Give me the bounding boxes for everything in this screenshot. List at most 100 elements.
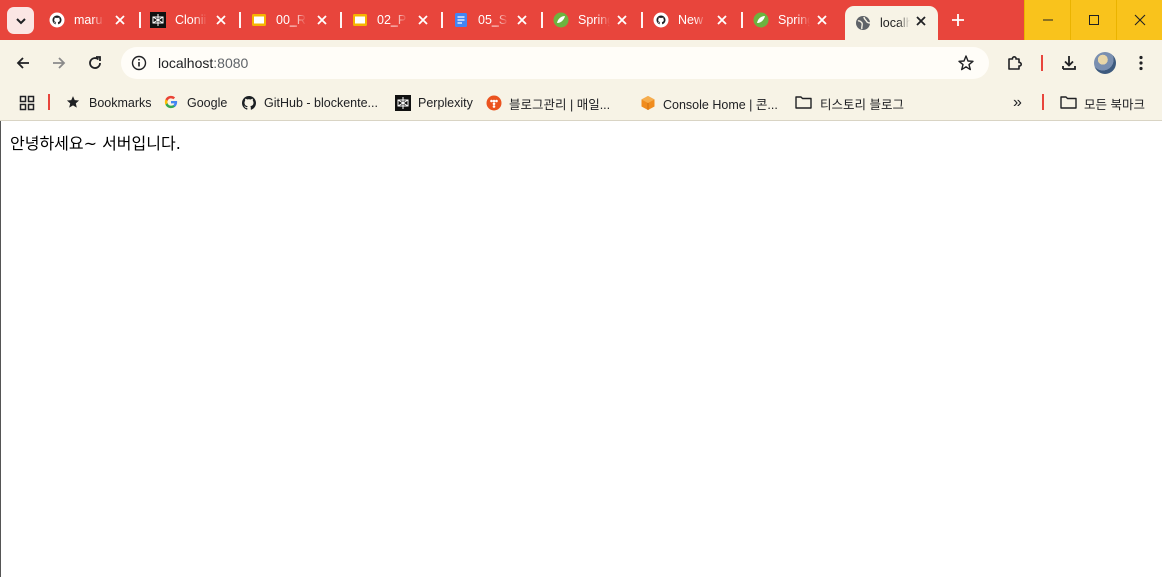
- bookmark-console-home[interactable]: Console Home | 콘...: [640, 93, 778, 113]
- url-port: :8080: [213, 55, 249, 71]
- reload-icon: [89, 56, 101, 69]
- github-icon: [49, 12, 65, 28]
- extensions-button[interactable]: [1001, 49, 1029, 77]
- close-window-button[interactable]: [1116, 0, 1162, 40]
- bookmarks-bar: Bookmarks Google GitHub - blockente... P…: [0, 85, 1162, 121]
- profile-avatar[interactable]: [1094, 52, 1116, 74]
- spring-icon: [753, 12, 769, 28]
- new-tab-icon[interactable]: [950, 12, 966, 28]
- bookmarks-divider: [1042, 94, 1044, 110]
- bookmark-label: 블로그관리 | 매일...: [509, 97, 611, 112]
- bookmark-bookmarks[interactable]: Bookmarks: [66, 93, 152, 113]
- slides-icon: [352, 12, 368, 28]
- tab-github-new[interactable]: New: [643, 5, 741, 35]
- close-icon[interactable]: [914, 14, 928, 28]
- tab-slides-00[interactable]: 00_Re: [241, 5, 339, 35]
- close-icon[interactable]: [315, 13, 329, 27]
- bookmark-label: Google: [187, 96, 228, 110]
- aws-cube-icon: [640, 95, 656, 111]
- close-icon[interactable]: [815, 13, 829, 27]
- tab-perplexity-cloning[interactable]: Clonii: [140, 5, 238, 35]
- tab-title: maruı: [74, 13, 104, 27]
- tab-title: 00_Re: [276, 13, 306, 27]
- tab-spring-2[interactable]: Spring: [743, 5, 841, 35]
- tab-slides-02[interactable]: 02_Pc: [342, 5, 440, 35]
- downloads-button[interactable]: [1055, 49, 1083, 77]
- info-icon[interactable]: [131, 55, 147, 71]
- apps-button[interactable]: [19, 93, 35, 113]
- tab-search-button[interactable]: [7, 7, 34, 34]
- address-bar[interactable]: localhost:8080: [121, 47, 989, 79]
- chevron-double-right-icon: »: [1013, 94, 1022, 111]
- arrow-left-icon: [16, 57, 29, 69]
- tab-title: Clonii: [175, 13, 207, 27]
- apps-grid-icon: [19, 95, 35, 111]
- arrow-right-icon: [53, 57, 66, 69]
- perplexity-icon: [395, 95, 411, 111]
- bookmark-folder-tistory[interactable]: 티스토리 블로그: [795, 93, 904, 113]
- bookmark-blog-admin[interactable]: 블로그관리 | 매일...: [486, 93, 610, 113]
- tab-spring-1[interactable]: Spring: [543, 5, 641, 35]
- tab-title: New: [678, 13, 704, 27]
- bookmark-label: Bookmarks: [89, 96, 152, 110]
- all-bookmarks-label: 모든 북마크: [1084, 97, 1145, 112]
- forward-button[interactable]: [45, 49, 73, 77]
- close-icon[interactable]: [515, 13, 529, 27]
- tab-title: Spring: [778, 13, 810, 27]
- bookmark-google[interactable]: Google: [164, 93, 227, 113]
- tab-docs-05[interactable]: 05_Sp: [443, 5, 541, 35]
- folder-icon: [1060, 95, 1077, 111]
- docs-icon: [453, 12, 469, 28]
- minimize-button[interactable]: [1024, 0, 1070, 40]
- more-vertical-icon: [1139, 55, 1143, 71]
- close-icon[interactable]: [416, 13, 430, 27]
- tab-localhost-active[interactable]: localh: [845, 6, 938, 40]
- close-icon[interactable]: [715, 13, 729, 27]
- bookmark-star-icon[interactable]: [957, 54, 975, 72]
- tab-title: Spring: [578, 13, 610, 27]
- star-icon: [66, 95, 82, 111]
- all-bookmarks-folder[interactable]: 모든 북마크: [1060, 93, 1145, 113]
- minimize-icon: [1042, 19, 1053, 21]
- perplexity-icon: [150, 12, 166, 28]
- slides-icon: [251, 12, 267, 28]
- bookmark-label: Console Home | 콘...: [663, 97, 778, 112]
- url-host: localhost: [158, 55, 214, 71]
- chevron-down-icon: [15, 17, 26, 24]
- close-icon: [1134, 14, 1145, 26]
- window-controls: [1024, 0, 1162, 40]
- spring-icon: [553, 12, 569, 28]
- bookmark-perplexity[interactable]: Perplexity: [395, 93, 473, 113]
- github-icon: [241, 95, 257, 111]
- folder-icon: [795, 95, 812, 111]
- bookmark-label: GitHub - blockente...: [264, 96, 378, 110]
- close-icon[interactable]: [615, 13, 629, 27]
- globe-icon: [855, 15, 871, 31]
- tab-github-maru[interactable]: maruı: [39, 5, 137, 35]
- bookmarks-divider: [48, 94, 50, 110]
- tab-title: 02_Pc: [377, 13, 407, 27]
- bookmark-github[interactable]: GitHub - blockente...: [241, 93, 378, 113]
- bookmark-label: 티스토리 블로그: [820, 97, 904, 112]
- tab-title: 05_Sp: [478, 13, 508, 27]
- tab-strip: maruı Clonii 00_Re 02_Pc 05_Sp: [0, 0, 1162, 40]
- server-greeting-text: 안녕하세요~ 서버입니다.: [10, 134, 181, 153]
- reload-button[interactable]: [81, 49, 109, 77]
- bookmarks-overflow-button[interactable]: »: [1013, 93, 1022, 113]
- tistory-icon: [486, 95, 502, 111]
- close-icon[interactable]: [214, 13, 228, 27]
- github-icon: [653, 12, 669, 28]
- page-content: 안녕하세요~ 서버입니다.: [0, 121, 1162, 577]
- back-button[interactable]: [9, 49, 37, 77]
- download-icon: [1062, 56, 1076, 70]
- bookmark-label: Perplexity: [418, 96, 473, 110]
- menu-button[interactable]: [1127, 49, 1155, 77]
- toolbar-divider: [1041, 55, 1043, 71]
- browser-toolbar: localhost:8080: [0, 40, 1162, 85]
- puzzle-icon: [1008, 56, 1022, 70]
- url-text[interactable]: localhost:8080: [158, 55, 248, 71]
- maximize-button[interactable]: [1070, 0, 1116, 40]
- maximize-icon: [1088, 15, 1099, 25]
- close-icon[interactable]: [113, 13, 127, 27]
- google-icon: [164, 95, 180, 111]
